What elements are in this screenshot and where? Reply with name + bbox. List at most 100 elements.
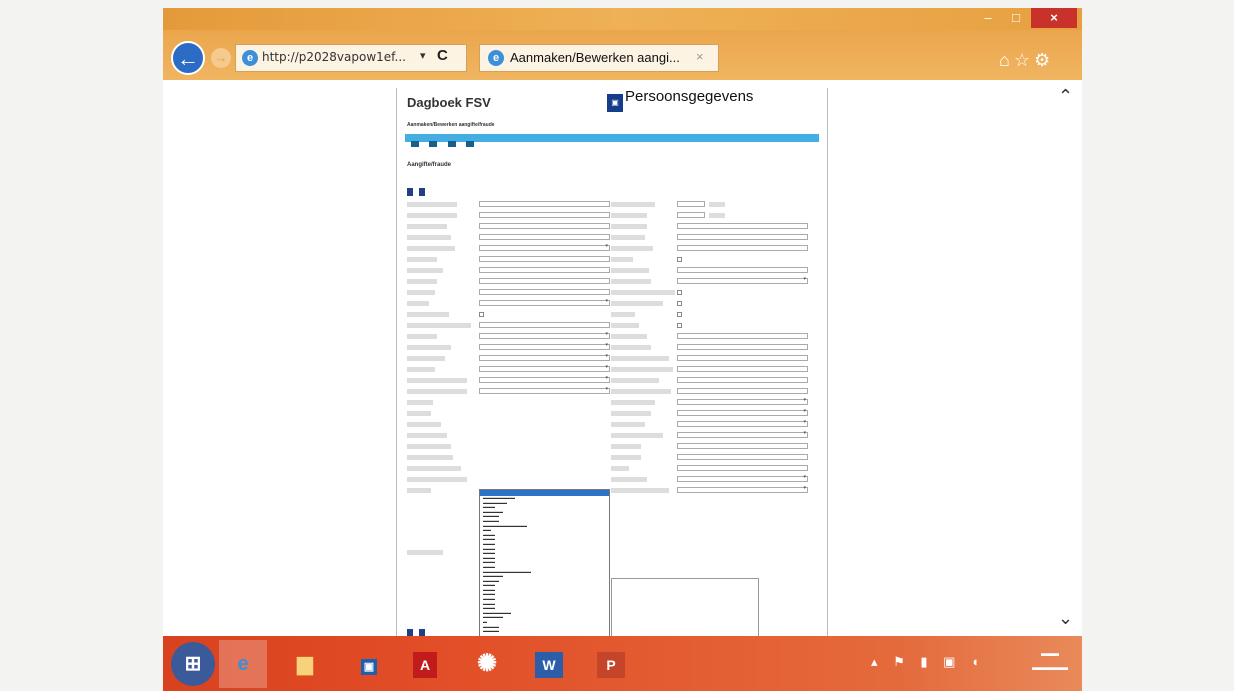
checkbox[interactable]	[479, 312, 484, 317]
field-label	[407, 477, 467, 482]
text-field[interactable]	[677, 344, 808, 350]
checkbox[interactable]	[677, 301, 682, 306]
menu-item[interactable]	[429, 141, 438, 147]
checkbox[interactable]	[677, 290, 682, 295]
field-label	[611, 257, 633, 262]
maximize-button[interactable]: □	[1003, 8, 1029, 28]
toolbar-icons[interactable]: ⌂☆⚙	[999, 50, 1054, 71]
start-button[interactable]: ⊞	[171, 642, 215, 686]
field-label	[407, 444, 451, 449]
chevron-down-icon[interactable]: ▾	[420, 49, 426, 62]
text-field[interactable]	[479, 212, 610, 218]
cancel-button[interactable]	[419, 629, 426, 636]
scroll-up-button[interactable]: ⌃	[1058, 86, 1073, 107]
address-bar[interactable]: e http://p2028vapow1ef... ▾ C	[235, 44, 467, 72]
select-field[interactable]	[677, 419, 808, 427]
select-field[interactable]	[677, 276, 808, 284]
text-field[interactable]	[677, 377, 808, 383]
field-label	[611, 345, 651, 350]
powerpoint-taskbar-icon[interactable]: P	[587, 640, 635, 688]
field-label	[407, 433, 447, 438]
select-field[interactable]	[677, 408, 808, 416]
text-field[interactable]	[479, 256, 610, 262]
field-label	[611, 389, 671, 394]
text-field[interactable]	[677, 333, 808, 339]
select-field[interactable]	[479, 298, 610, 306]
taskbar-clock[interactable]: ▬▬ ▬▬▬▬	[1023, 646, 1077, 674]
menu-item[interactable]	[447, 141, 456, 147]
menu-item[interactable]	[466, 141, 475, 147]
field-label	[611, 268, 649, 273]
text-field[interactable]	[677, 388, 808, 394]
scroll-down-button[interactable]: ⌄	[1058, 608, 1073, 629]
ie-taskbar-icon[interactable]: e	[219, 640, 267, 688]
minimize-button[interactable]: –	[975, 8, 1001, 28]
text-field[interactable]	[479, 267, 610, 273]
text-field[interactable]	[479, 322, 610, 328]
select-field[interactable]	[677, 485, 808, 493]
field-label	[611, 301, 663, 306]
field-label	[611, 356, 669, 361]
app-taskbar-icon[interactable]: ▣	[345, 640, 393, 688]
select-field[interactable]	[677, 430, 808, 438]
select-field[interactable]	[479, 364, 610, 372]
pdf-taskbar-icon[interactable]: A	[401, 640, 449, 688]
text-field[interactable]	[479, 223, 610, 229]
close-window-button[interactable]: ×	[1031, 8, 1077, 28]
text-field[interactable]	[479, 278, 610, 284]
field-label	[611, 466, 629, 471]
field-label	[407, 224, 447, 229]
field-label	[611, 279, 651, 284]
field-label	[611, 400, 655, 405]
word-taskbar-icon[interactable]: W	[525, 640, 573, 688]
field-label	[407, 213, 457, 218]
checkbox[interactable]	[677, 312, 682, 317]
select-field[interactable]	[479, 386, 610, 394]
refresh-button[interactable]: C	[437, 47, 448, 64]
list-item[interactable]: ▬▬▬▬	[480, 629, 609, 634]
text-field[interactable]	[677, 465, 808, 471]
date-hint	[709, 213, 725, 218]
text-field[interactable]	[677, 366, 808, 372]
remarks-textarea[interactable]	[611, 578, 759, 636]
save-button[interactable]	[407, 629, 413, 636]
folder-icon[interactable]: ▆	[281, 640, 329, 688]
select-field[interactable]	[677, 397, 808, 405]
select-field[interactable]	[479, 331, 610, 339]
save-button[interactable]	[407, 188, 413, 196]
text-field[interactable]	[677, 234, 808, 240]
field-label	[407, 202, 457, 207]
text-field[interactable]	[677, 245, 808, 251]
app-round-icon[interactable]: ✺	[463, 640, 511, 688]
select-field[interactable]	[479, 353, 610, 361]
text-field[interactable]	[479, 289, 610, 295]
browser-tab[interactable]: e Aanmaken/Bewerken aangi... ×	[479, 44, 719, 72]
text-field[interactable]	[677, 443, 808, 449]
tab-close-button[interactable]: ×	[696, 49, 704, 64]
field-label	[407, 268, 443, 273]
checkbox[interactable]	[677, 323, 682, 328]
text-field[interactable]	[677, 454, 808, 460]
cancel-button[interactable]	[419, 188, 426, 196]
menu-item[interactable]	[411, 141, 419, 147]
select-field[interactable]	[479, 243, 610, 251]
select-dropdown-list[interactable]: ▬▬▬▬▬▬▬▬ ▬▬▬▬▬▬ ▬▬▬ ▬▬▬▬▬ ▬▬▬▬ ▬▬▬▬ ▬▬▬▬…	[479, 489, 610, 636]
text-field[interactable]	[677, 223, 808, 229]
date-field[interactable]	[677, 212, 705, 218]
select-field[interactable]	[479, 375, 610, 383]
date-field[interactable]	[677, 201, 705, 207]
text-field[interactable]	[479, 201, 610, 207]
select-field[interactable]	[677, 474, 808, 482]
field-label	[611, 477, 647, 482]
text-field[interactable]	[677, 355, 808, 361]
screen-border-left	[0, 0, 163, 691]
select-field[interactable]	[479, 342, 610, 350]
checkbox[interactable]	[677, 257, 682, 262]
system-tray-icons[interactable]: ▴ ⚑ ▮ ▣ ◖	[871, 654, 985, 670]
text-field[interactable]	[677, 267, 808, 273]
text-field[interactable]	[479, 234, 610, 240]
back-button[interactable]: ←	[171, 41, 205, 75]
screen-border-right	[1082, 0, 1234, 691]
forward-button[interactable]: →	[211, 48, 231, 68]
address-url[interactable]: http://p2028vapow1ef...	[262, 50, 412, 64]
